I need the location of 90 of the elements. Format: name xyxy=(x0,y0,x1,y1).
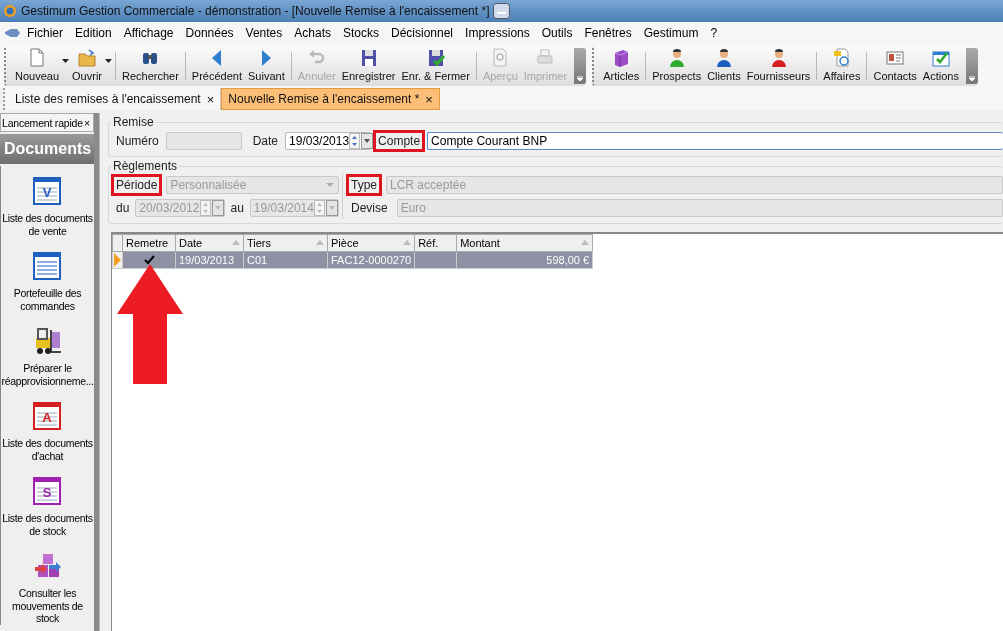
dropdown-caret-icon[interactable] xyxy=(105,59,112,63)
spin-buttons-icon xyxy=(314,200,325,216)
menu-item[interactable]: Ventes xyxy=(239,26,289,40)
toolbar-button[interactable]: Clients xyxy=(704,48,744,84)
toolbar-button[interactable]: Articles xyxy=(600,48,643,84)
table-cell: 19/03/2013 xyxy=(179,254,235,266)
account-field[interactable]: Compte Courant BNP xyxy=(427,132,1003,150)
document-tab[interactable]: Nouvelle Remise à l'encaissement * × xyxy=(221,88,440,110)
menu-item[interactable]: Edition xyxy=(69,26,118,40)
toolbar-button[interactable]: Actions xyxy=(919,48,962,84)
menu-item[interactable]: Fichier xyxy=(21,26,69,40)
toolbar-button[interactable]: Contacts xyxy=(870,48,920,84)
toolbar-button[interactable]: Rechercher xyxy=(119,48,182,84)
list-icon xyxy=(32,251,63,281)
field-label: Période xyxy=(111,174,163,196)
contact-card-icon xyxy=(885,48,906,68)
document-icon: A xyxy=(32,401,63,431)
close-tab-button[interactable]: × xyxy=(425,91,433,107)
document-icon: V xyxy=(32,176,63,206)
group-title: Remise xyxy=(112,115,155,129)
menu-item[interactable]: Données xyxy=(179,26,240,40)
table-cell: 598,00 € xyxy=(546,254,590,266)
field-value: Euro xyxy=(400,201,427,215)
page-icon xyxy=(27,48,47,68)
close-panel-button[interactable]: × xyxy=(84,116,90,129)
field-value: Personnalisée xyxy=(170,178,247,192)
toolbar-button[interactable]: Ouvrir xyxy=(69,48,105,84)
menu-item[interactable]: Achats xyxy=(288,26,337,40)
folder-icon xyxy=(77,48,97,68)
dropdown-caret-icon[interactable] xyxy=(62,59,70,63)
overflow-chevron-icon xyxy=(968,76,975,81)
toolbar-button[interactable]: Précédent xyxy=(188,48,245,84)
dropdown-button-icon xyxy=(361,133,374,149)
field-value: 19/03/2013 xyxy=(289,134,350,148)
field-label: Compte xyxy=(373,130,426,152)
section-header: Documents xyxy=(0,134,94,164)
spin-buttons-icon xyxy=(349,133,361,149)
close-tab-button[interactable]: × xyxy=(206,91,215,107)
toolbar-button[interactable]: Nouveau xyxy=(12,48,63,84)
menu-item[interactable]: Fenêtres xyxy=(578,26,638,40)
minimize-icon xyxy=(493,3,511,19)
app-logo-icon xyxy=(3,4,17,18)
date-field[interactable]: 19/03/2013 xyxy=(285,132,372,150)
shortcut-link[interactable]: Liste des documents de stock xyxy=(2,512,93,537)
toolbar-button[interactable]: Enr. & Fermer xyxy=(398,48,473,84)
document-icon: S xyxy=(32,476,63,506)
shortcut-link[interactable]: Préparer le réapprovisionneme... xyxy=(1,362,94,387)
row-pointer-icon xyxy=(113,252,122,268)
field-value: Compte Courant BNP xyxy=(431,134,548,148)
menu-item[interactable]: ? xyxy=(704,26,724,40)
column-header[interactable]: Tiers xyxy=(247,237,272,249)
toolbar-button[interactable]: Enregistrer xyxy=(338,48,399,84)
group-title: Règlements xyxy=(112,159,179,173)
column-header[interactable]: Montant xyxy=(460,237,500,249)
shortcut-link[interactable]: Liste des documents de vente xyxy=(2,212,93,237)
calendar-check-icon xyxy=(930,48,951,68)
table-cell: C01 xyxy=(247,254,268,266)
field-label: du xyxy=(115,200,131,217)
menu-item[interactable]: Stocks xyxy=(337,26,385,40)
field-value: 19/03/2014 xyxy=(253,201,314,215)
menu-item[interactable]: Impressions xyxy=(459,26,536,40)
dropdown-button-icon xyxy=(326,200,338,216)
menu-item[interactable]: Affichage xyxy=(117,26,180,40)
overflow-chevron-icon xyxy=(577,76,584,81)
toolbar-button[interactable]: Fournisseurs xyxy=(743,48,814,84)
panel-title: Lancement rapide xyxy=(2,116,83,129)
field-label: au xyxy=(229,200,245,217)
menu-item[interactable]: Outils xyxy=(535,26,579,40)
dropdown-caret-icon xyxy=(326,183,334,187)
shortcut-link[interactable]: Liste des documents d'achat xyxy=(2,437,93,462)
shortcut-link[interactable]: Portefeuille des commandes xyxy=(13,287,82,312)
menu-item[interactable]: Décisionnel xyxy=(385,26,460,40)
menu-gripper-icon xyxy=(4,26,21,40)
toolbar-button[interactable]: Suivant xyxy=(245,48,288,84)
table-cell: FAC12-0000270 xyxy=(331,254,412,266)
toolbar-button[interactable]: Prospects xyxy=(649,48,705,84)
window-title: Gestimum Gestion Commerciale - démonstration - [Nouvelle Remise à l'encaissement *] xyxy=(21,4,490,18)
spin-buttons-icon xyxy=(199,200,211,216)
shortcut-link[interactable]: Consulter les mouvements de stock xyxy=(12,587,83,625)
field-value: 20/03/2012 xyxy=(139,201,200,215)
menu-item[interactable]: Gestimum xyxy=(637,26,705,40)
tab-label: Liste des remises à l'encaissement xyxy=(15,92,201,106)
field-label: Type xyxy=(346,174,382,196)
document-clock-icon xyxy=(831,48,852,68)
field-label: Devise xyxy=(350,200,389,217)
field-label: Date xyxy=(251,133,280,150)
toolbar-button[interactable]: Affaires xyxy=(820,48,864,84)
tab-label: Nouvelle Remise à l'encaissement * xyxy=(228,92,420,106)
dropdown-button-icon xyxy=(211,200,224,216)
field-label: Numéro xyxy=(115,133,160,150)
